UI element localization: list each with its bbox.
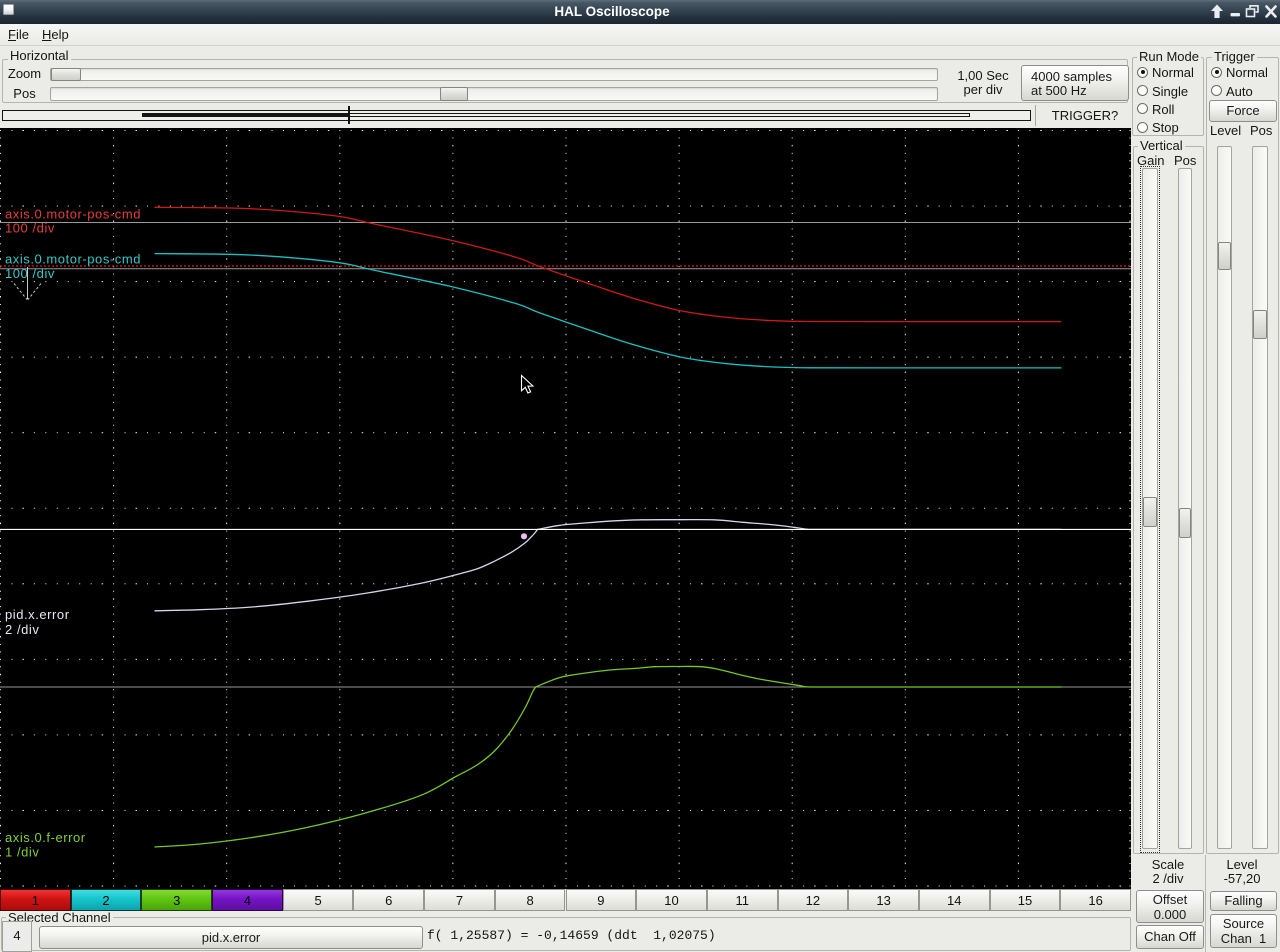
svg-text:100 /div: 100 /div (5, 221, 55, 236)
svg-text:2 /div: 2 /div (5, 622, 39, 637)
svg-text:axis.0.motor-pos-cmd: axis.0.motor-pos-cmd (5, 252, 141, 267)
svg-text:axis.0.motor-pos-cmd: axis.0.motor-pos-cmd (5, 207, 141, 222)
svg-text:100 /div: 100 /div (5, 266, 55, 281)
svg-text:axis.0.f-error: axis.0.f-error (5, 830, 86, 845)
svg-text:1 /div: 1 /div (5, 845, 39, 860)
svg-text:pid.x.error: pid.x.error (5, 607, 70, 622)
